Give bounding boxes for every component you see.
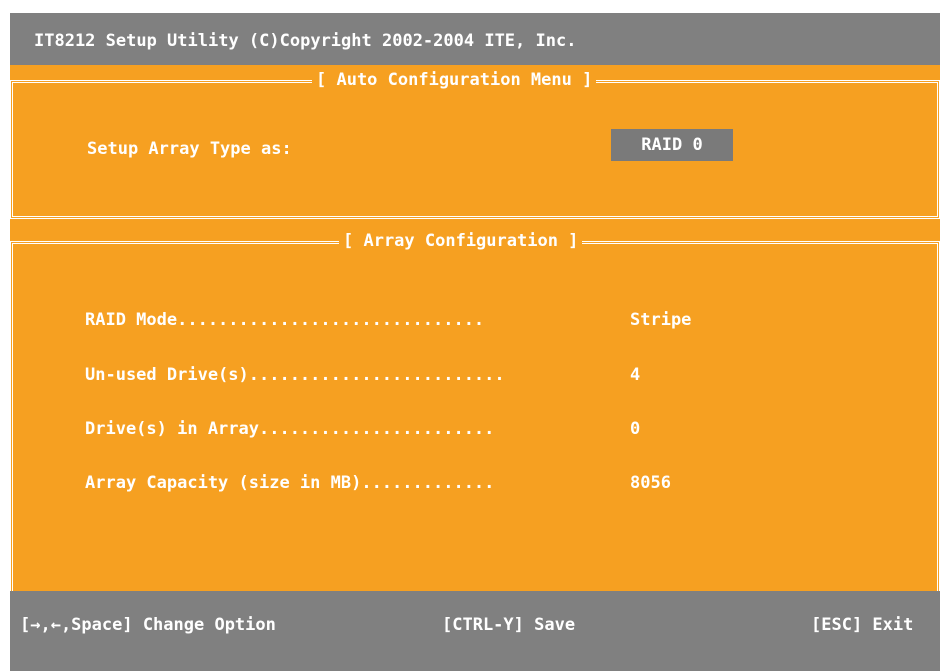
auto-configuration-title: [ Auto Configuration Menu ]	[312, 70, 597, 90]
array-configuration-panel: [ Array Configuration ]	[10, 231, 940, 594]
array-configuration-title: [ Array Configuration ]	[339, 231, 583, 251]
unused-drives-value: 4	[630, 365, 641, 385]
setup-array-type-label: Setup Array Type as:	[87, 139, 292, 159]
array-capacity-value: 8056	[630, 473, 671, 493]
raid-mode-label: RAID Mode..............................	[85, 310, 485, 330]
title-bar: IT8212 Setup Utility (C)Copyright 2002-2…	[10, 13, 940, 65]
bios-screen: IT8212 Setup Utility (C)Copyright 2002-2…	[10, 13, 940, 671]
raid-mode-value: Stripe	[630, 310, 692, 330]
unused-drives-label: Un-used Drive(s)........................…	[85, 365, 505, 385]
exit-hint: [ESC] Exit	[811, 615, 914, 635]
utility-title: IT8212 Setup Utility (C)Copyright 2002-2…	[34, 31, 577, 51]
drives-in-array-label: Drive(s) in Array.......................	[85, 419, 495, 439]
change-option-hint: [→,←,Space] Change Option	[20, 615, 276, 635]
array-capacity-label: Array Capacity (size in MB).............	[85, 473, 495, 493]
drives-in-array-value: 0	[630, 419, 641, 439]
save-hint: [CTRL-Y] Save	[442, 615, 576, 635]
array-type-selector[interactable]: RAID 0	[611, 129, 733, 161]
